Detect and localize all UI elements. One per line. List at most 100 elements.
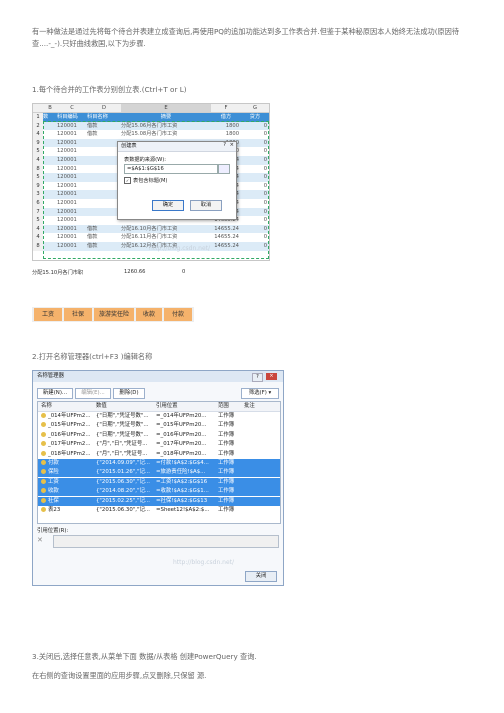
table-cell[interactable]: 0 bbox=[241, 225, 267, 234]
table-cell[interactable]: 0 bbox=[241, 190, 267, 199]
name-row[interactable]: _018年UFPm2... {"月","日","凭证号... =_018年UFPm2… bbox=[38, 450, 280, 459]
table-cell[interactable]: 120001 bbox=[57, 130, 87, 139]
table-row[interactable]: 4 120001 借款 分配16.11月各门市工资 14655.24 0 bbox=[33, 233, 269, 242]
header-value[interactable]: 数值 bbox=[96, 402, 146, 411]
column-header-e[interactable]: E bbox=[121, 104, 211, 112]
row-number[interactable]: 5 bbox=[33, 173, 43, 182]
table-cell[interactable]: 0 bbox=[241, 199, 267, 208]
name-row[interactable]: 社保 {"2015.02.25","记... =社保!$A$2:$G$13 工作簿 bbox=[38, 496, 280, 506]
name-row[interactable]: 收款 {"2014.08.20","记... =收款!$A$2:$G$1... 工作簿 bbox=[38, 487, 280, 497]
table-cell[interactable]: 120001 bbox=[57, 147, 87, 156]
table-cell[interactable]: 0 bbox=[241, 122, 267, 131]
table-cell[interactable]: 0 bbox=[241, 147, 267, 156]
table-cell[interactable]: 0 bbox=[241, 242, 267, 251]
name-row[interactable]: 付款 {"2014.09.09","记... =付款!$A$2:$G$4... 工作簿 bbox=[38, 459, 280, 468]
row-number[interactable]: 4 bbox=[33, 233, 43, 242]
source-range-input[interactable]: =$A$1:$G$16 bbox=[124, 164, 218, 174]
table-cell[interactable]: 0 bbox=[241, 156, 267, 165]
header-cell[interactable]: 数 bbox=[43, 113, 57, 122]
header-cell[interactable]: 科目编码 bbox=[57, 113, 87, 122]
row-number[interactable]: 6 bbox=[33, 199, 43, 208]
ok-button[interactable]: 确定 bbox=[152, 200, 184, 211]
row-number[interactable]: 5 bbox=[33, 216, 43, 225]
header-scope[interactable]: 范围 bbox=[218, 402, 242, 411]
header-name[interactable]: 名称 bbox=[41, 402, 81, 411]
row-number[interactable]: 4 bbox=[33, 130, 43, 139]
row-number[interactable]: 9 bbox=[33, 181, 43, 191]
cancel-button[interactable]: 取消 bbox=[190, 200, 222, 211]
new-name-button[interactable]: 新建(N)... bbox=[37, 388, 73, 399]
close-icon[interactable]: × bbox=[266, 373, 277, 380]
table-cell[interactable]: 0 bbox=[241, 208, 267, 217]
header-cell[interactable]: 贷方 bbox=[241, 113, 269, 122]
table-cell[interactable]: 120001 bbox=[57, 173, 87, 182]
table-cell[interactable]: 借款 bbox=[87, 122, 121, 131]
header-refers-to[interactable]: 引用位置 bbox=[156, 402, 216, 411]
name-row[interactable]: 表23 {"2015.06.30","记... =Sheet12!$A$2:$...… bbox=[38, 506, 280, 515]
table-cell[interactable]: 0 bbox=[241, 173, 267, 182]
row-number[interactable]: 1 bbox=[33, 113, 43, 122]
table-cell[interactable]: 120001 bbox=[57, 233, 87, 242]
name-row[interactable]: _014年UFPm2... {"日期","凭证号数"... =_014年UFPm20… bbox=[38, 412, 280, 421]
header-cell[interactable]: 摘要 bbox=[121, 113, 211, 122]
row-number[interactable]: 4 bbox=[33, 156, 43, 165]
table-cell[interactable]: 0 bbox=[241, 233, 267, 242]
header-cell[interactable]: 科目名称 bbox=[87, 113, 121, 122]
table-cell[interactable]: 借款 bbox=[87, 242, 121, 251]
header-cell[interactable]: 借方 bbox=[211, 113, 241, 122]
table-cell[interactable]: 120001 bbox=[57, 122, 87, 131]
table-cell[interactable]: 分配16.10月各门市工资 bbox=[121, 225, 211, 234]
help-icon[interactable]: ? bbox=[223, 142, 226, 148]
close-button[interactable]: 关闭 bbox=[245, 571, 277, 582]
table-row[interactable]: 4 120001 借款 分配16.10月各门市工资 14655.24 0 bbox=[33, 224, 269, 234]
sheet-tab[interactable]: 付款 bbox=[164, 308, 192, 321]
table-row[interactable]: 2 120001 借款 分配15.06月各门市工资 1800 0 bbox=[33, 121, 269, 131]
row-number[interactable]: 9 bbox=[33, 138, 43, 148]
header-comment[interactable]: 批注 bbox=[244, 402, 274, 411]
table-cell[interactable]: 14655.24 bbox=[211, 225, 239, 234]
help-icon[interactable]: ? bbox=[252, 373, 263, 382]
table-cell[interactable]: 120001 bbox=[57, 182, 87, 191]
table-cell[interactable]: 0 bbox=[241, 216, 267, 225]
range-picker-icon[interactable] bbox=[218, 164, 230, 174]
table-cell[interactable]: 120001 bbox=[57, 190, 87, 199]
sheet-tab[interactable]: 旅游奖任险 bbox=[94, 308, 134, 321]
table-cell[interactable]: 120001 bbox=[57, 208, 87, 217]
close-icon[interactable]: × bbox=[230, 142, 234, 148]
name-row[interactable]: 工资 {"2015.06.30","记... =工资!$A$2:$G$16 工作簿 bbox=[38, 477, 280, 487]
row-number[interactable]: 4 bbox=[33, 224, 43, 234]
sheet-tab[interactable]: 社保 bbox=[64, 308, 92, 321]
row-number[interactable]: 8 bbox=[33, 242, 43, 251]
name-row[interactable]: _016年UFPm2... {"日期","凭证号数"... =_016年UFPm20… bbox=[38, 431, 280, 440]
column-header-d[interactable]: D bbox=[87, 104, 121, 112]
column-header-f[interactable]: F bbox=[211, 104, 241, 112]
table-cell[interactable]: 分配16.11月各门市工资 bbox=[121, 233, 211, 242]
table-cell[interactable]: 0 bbox=[241, 165, 267, 174]
row-number[interactable]: 3 bbox=[33, 190, 43, 199]
row-number[interactable]: 7 bbox=[33, 207, 43, 217]
cancel-edit-icon[interactable]: ✕ bbox=[37, 535, 51, 546]
table-row[interactable]: 4 120001 借款 分配15.08月各门市工资 1800 0 bbox=[33, 130, 269, 139]
table-cell[interactable]: 1800 bbox=[211, 130, 239, 139]
name-row[interactable]: _015年UFPm2... {"日期","凭证号数"... =_015年UFPm20… bbox=[38, 421, 280, 430]
has-headers-checkbox[interactable]: ✓ 表包含标题(M) bbox=[124, 177, 167, 184]
table-cell[interactable]: 1800 bbox=[211, 122, 239, 131]
table-cell[interactable]: 借款 bbox=[87, 130, 121, 139]
table-cell[interactable]: 借款 bbox=[87, 225, 121, 234]
row-number[interactable]: 8 bbox=[33, 164, 43, 174]
table-cell[interactable]: 120001 bbox=[57, 225, 87, 234]
column-header-b[interactable]: B bbox=[43, 104, 57, 112]
table-cell[interactable]: 分配15.06月各门市工资 bbox=[121, 122, 211, 131]
table-cell[interactable]: 120001 bbox=[57, 139, 87, 148]
table-cell[interactable]: 0 bbox=[241, 130, 267, 139]
sheet-tab[interactable]: 收款 bbox=[136, 308, 162, 321]
column-header-g[interactable]: G bbox=[241, 104, 269, 112]
delete-name-button[interactable]: 删除(D) bbox=[113, 388, 145, 399]
table-cell[interactable]: 14655.24 bbox=[211, 233, 239, 242]
name-row[interactable]: _017年UFPm2... {"月","日","凭证号... =_017年UFPm2… bbox=[38, 440, 280, 449]
column-header-c[interactable]: C bbox=[57, 104, 87, 112]
table-cell[interactable]: 120001 bbox=[57, 156, 87, 165]
table-cell[interactable]: 14655.24 bbox=[211, 242, 239, 251]
table-cell[interactable]: 120001 bbox=[57, 165, 87, 174]
table-cell[interactable]: 借款 bbox=[87, 233, 121, 242]
